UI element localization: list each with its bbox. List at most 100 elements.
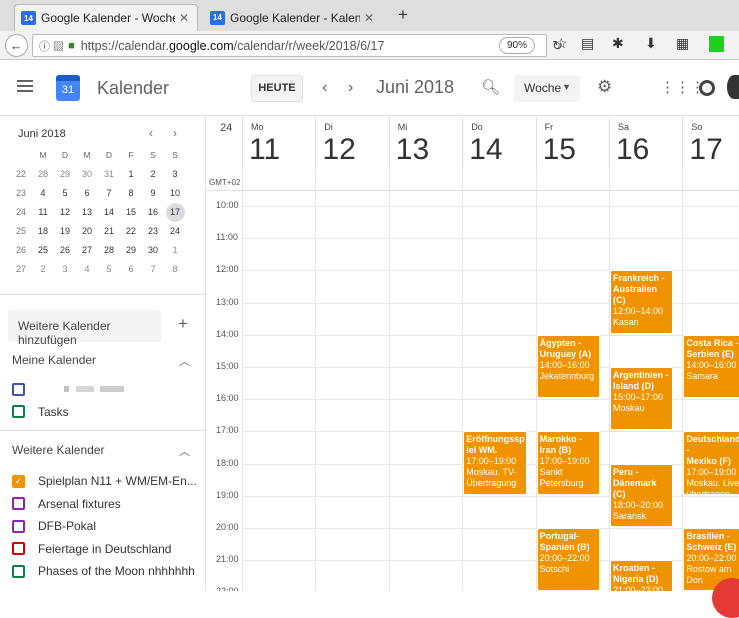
mini-day[interactable]: 2: [142, 165, 164, 184]
puzzle-icon[interactable]: ✱: [612, 35, 624, 52]
mini-day[interactable]: 23: [142, 222, 164, 241]
calendar-item[interactable]: [12, 380, 124, 398]
mini-day[interactable]: 31: [98, 165, 120, 184]
zoom-indicator[interactable]: 90%: [499, 37, 535, 54]
mini-day[interactable]: 22: [120, 222, 142, 241]
mini-day[interactable]: 15: [120, 203, 142, 222]
day-header[interactable]: Di 12: [315, 117, 388, 172]
mini-day[interactable]: 16: [142, 203, 164, 222]
account-avatar[interactable]: [699, 80, 715, 96]
close-tab-icon[interactable]: ✕: [179, 11, 189, 25]
tab-calendar-settings[interactable]: 14 Google Kalender - Kalenderε ✕: [204, 4, 382, 31]
new-tab-icon[interactable]: +: [398, 5, 408, 25]
calendar-event[interactable]: Kroatien - Nigeria (D) 21:00–23:00: [610, 560, 674, 591]
mini-day[interactable]: 27: [76, 241, 98, 260]
address-bar[interactable]: ⓘ ▨ ■ https://calendar. google.com/calend…: [32, 34, 563, 57]
mini-day[interactable]: 3: [54, 260, 76, 279]
checkbox[interactable]: ✓: [12, 474, 25, 488]
prev-week-icon[interactable]: ‹: [322, 79, 327, 97]
day-header[interactable]: So 17: [682, 117, 739, 172]
mini-day[interactable]: 6: [76, 184, 98, 203]
calendar-event[interactable]: Argentinien - Island (D) 15:00–17:00 Moskau: [610, 367, 674, 431]
mini-day[interactable]: 19: [54, 222, 76, 241]
calendar-item[interactable]: Phases of the Moon nhhhhhh: [12, 562, 195, 580]
settings-gear-icon[interactable]: ⚙: [597, 77, 612, 97]
mini-day[interactable]: 12: [54, 203, 76, 222]
mini-day[interactable]: 5: [54, 184, 76, 203]
next-week-icon[interactable]: ›: [348, 79, 353, 97]
day-header[interactable]: Do 14: [462, 117, 535, 172]
mini-day[interactable]: 28: [98, 241, 120, 260]
mini-day[interactable]: 24: [164, 222, 186, 241]
mini-day[interactable]: 17: [165, 203, 185, 222]
mini-day[interactable]: 7: [98, 184, 120, 203]
calendar-event[interactable]: Frankreich - Australien (C) 12:00–14:00 Kas…: [610, 270, 674, 334]
add-calendar-field[interactable]: Weitere Kalender hinzufügen: [8, 310, 161, 347]
calendar-item[interactable]: Feiertage in Deutschland: [12, 540, 171, 558]
mini-day[interactable]: 2: [32, 260, 54, 279]
mini-day[interactable]: 3: [164, 165, 186, 184]
create-event-button[interactable]: [712, 578, 739, 618]
mini-day[interactable]: 4: [76, 260, 98, 279]
mini-day[interactable]: 1: [164, 241, 186, 260]
mini-day[interactable]: 30: [142, 241, 164, 260]
calendar-event[interactable]: Ägypten - Uruguay (A) 14:00–16:00 Jekaterin…: [536, 334, 600, 399]
mini-next-icon[interactable]: ›: [173, 126, 177, 140]
mini-day[interactable]: 28: [32, 165, 54, 184]
day-header[interactable]: Mo 11: [242, 117, 315, 172]
checkbox[interactable]: [12, 564, 25, 578]
mini-day[interactable]: 30: [76, 165, 98, 184]
main-menu-icon[interactable]: [17, 80, 33, 92]
mini-day[interactable]: 7: [142, 260, 164, 279]
mini-prev-icon[interactable]: ‹: [149, 126, 153, 140]
calendar-item[interactable]: Tasks: [12, 403, 69, 421]
close-tab-icon[interactable]: ✕: [364, 11, 374, 25]
mini-day[interactable]: 8: [164, 260, 186, 279]
checkbox[interactable]: [12, 382, 25, 396]
mini-day[interactable]: 4: [32, 184, 54, 203]
back-icon[interactable]: ←: [5, 34, 28, 57]
calendar-item[interactable]: Arsenal fixtures: [12, 495, 121, 513]
mini-day[interactable]: 29: [54, 165, 76, 184]
day-header[interactable]: Sa 16: [609, 117, 682, 172]
calendar-event[interactable]: Eröffnungssp iel WM. 17:00–19:00 Moskau. TV…: [463, 431, 527, 495]
profile-avatar[interactable]: [727, 75, 739, 99]
extension-icon[interactable]: [709, 36, 724, 52]
checkbox[interactable]: [12, 405, 25, 418]
mini-day[interactable]: 10: [164, 184, 186, 203]
chevron-up-icon[interactable]: ︿: [179, 353, 190, 369]
mini-day[interactable]: 9: [142, 184, 164, 203]
mini-day[interactable]: 20: [76, 222, 98, 241]
tab-calendar-week[interactable]: 14 Google Kalender - Woche vo ✕: [14, 4, 198, 31]
calendar-item[interactable]: ✓ Spielplan N11 + WM/EM-En...: [12, 472, 197, 490]
calendar-event[interactable]: Marokko - Iran (B) 17:00–19:00 Sankt Petersb…: [536, 431, 600, 495]
mini-day[interactable]: 8: [120, 184, 142, 203]
calendar-event[interactable]: Peru - Dänemark (C) 18:00–20:00 Saransk: [610, 463, 674, 527]
mini-day[interactable]: 21: [98, 222, 120, 241]
bookmark-star-icon[interactable]: ☆: [555, 35, 568, 52]
day-header[interactable]: Fr 15: [535, 117, 609, 172]
mini-day[interactable]: 26: [54, 241, 76, 260]
site-info-icon[interactable]: ⓘ ▨: [39, 38, 64, 54]
add-calendar-plus-icon[interactable]: +: [178, 314, 188, 334]
checkbox[interactable]: [12, 497, 25, 510]
mini-day[interactable]: 1: [120, 165, 142, 184]
checkbox[interactable]: [12, 542, 25, 555]
my-calendars-heading[interactable]: Meine Kalender: [12, 353, 96, 367]
mini-day[interactable]: 18: [32, 222, 54, 241]
download-icon[interactable]: ⬇: [645, 35, 657, 52]
today-button[interactable]: HEUTE: [251, 75, 303, 102]
mini-day[interactable]: 14: [98, 203, 120, 222]
day-header[interactable]: Mi 13: [388, 117, 462, 172]
mini-day[interactable]: 6: [120, 260, 142, 279]
screenshot-icon[interactable]: ▦: [676, 35, 689, 52]
other-calendars-heading[interactable]: Weitere Kalender: [12, 443, 105, 457]
mini-day[interactable]: 29: [120, 241, 142, 260]
calendar-event[interactable]: Costa Rica - Serbien (E) 14:00–16:00 Samara: [683, 334, 739, 399]
mini-day[interactable]: 5: [98, 260, 120, 279]
mini-day[interactable]: 25: [32, 241, 54, 260]
chevron-up-icon[interactable]: ︿: [179, 443, 190, 459]
reader-icon[interactable]: ▤: [581, 35, 594, 52]
search-icon[interactable]: 🔍︎: [481, 78, 500, 96]
calendar-event[interactable]: Portugal- Spanien (B) 20:00–22:00 Sotschi: [536, 528, 600, 591]
